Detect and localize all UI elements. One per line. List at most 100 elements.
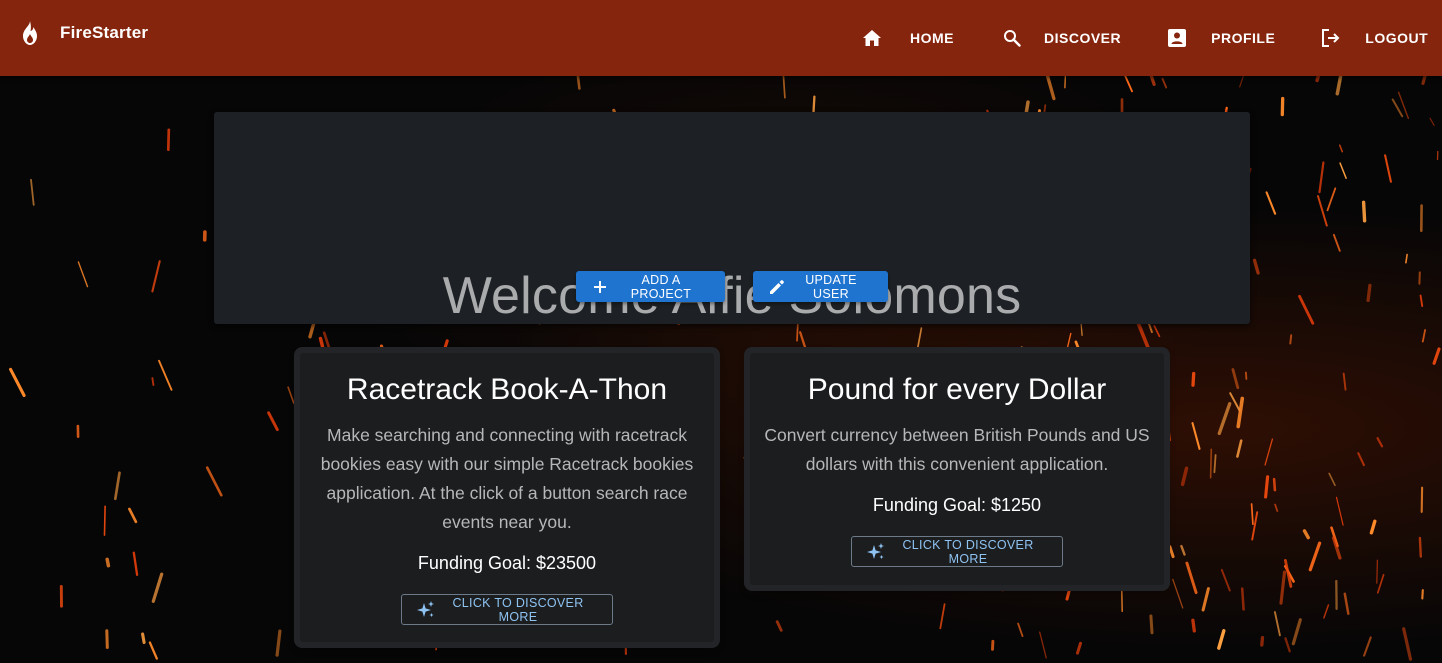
spark-streak [9, 367, 26, 398]
spark-streak [1402, 627, 1413, 661]
spark-streak [1191, 422, 1201, 450]
spark-streak [1376, 437, 1384, 448]
spark-streak [1284, 637, 1291, 653]
spark-streak [782, 76, 786, 99]
spark-streak [1366, 283, 1372, 303]
spark-streak [1357, 452, 1365, 467]
nav-logout-label: LOGOUT [1365, 30, 1429, 46]
spark-streak [1317, 195, 1328, 227]
spark-streak [1318, 161, 1325, 194]
spark-streak [128, 507, 138, 524]
spark-streak [1421, 329, 1426, 343]
spark-streak [105, 629, 109, 649]
spark-streak [1209, 448, 1213, 479]
spark-streak [1217, 629, 1226, 650]
spark-streak [1039, 631, 1047, 659]
add-project-label: ADD A PROJECT [630, 272, 692, 301]
spark-streak [1279, 570, 1287, 605]
spark-streak [1217, 402, 1232, 436]
spark-streak [77, 261, 89, 288]
home-icon [860, 26, 884, 50]
funding-goal: Funding Goal: $1250 [872, 495, 1042, 515]
spark-streak [1432, 347, 1441, 365]
nav-profile[interactable]: PROFILE [1151, 16, 1289, 60]
spark-streak [1421, 589, 1424, 600]
spark-streak [1064, 76, 1066, 89]
nav-bar: HOME DISCOVER PROFILE LOGOUT [846, 0, 1442, 76]
spark-streak [1273, 611, 1281, 637]
project-title: Racetrack Book-A-Thon [346, 373, 668, 406]
app-name: FireStarter [60, 23, 149, 42]
sparkle-icon [866, 542, 886, 562]
nav-profile-label: PROFILE [1211, 30, 1276, 46]
sparkle-icon [416, 600, 436, 620]
spark-streak [205, 466, 223, 497]
flame-icon [18, 20, 42, 46]
spark-streak [1231, 368, 1240, 390]
spark-streak [1236, 439, 1243, 458]
spark-streak [1124, 76, 1133, 93]
spark-streak [799, 331, 807, 351]
nav-logout[interactable]: LOGOUT [1305, 16, 1442, 60]
spark-streak [1245, 371, 1248, 380]
brand[interactable]: FireStarter [18, 20, 148, 46]
nav-discover[interactable]: DISCOVER [986, 16, 1135, 60]
spark-streak [1418, 536, 1423, 558]
spark-streak [1391, 98, 1404, 118]
spark-streak [1264, 475, 1270, 499]
spark-streak [1274, 503, 1279, 512]
update-user-button[interactable]: UPDATE USER [753, 271, 888, 302]
spark-streak [275, 629, 282, 657]
spark-streak [1405, 253, 1408, 264]
spark-streak [1265, 191, 1277, 215]
spark-streak [1421, 76, 1427, 86]
spark-streak [1332, 233, 1341, 252]
spark-streak [1264, 438, 1274, 466]
spark-streak [151, 572, 164, 603]
spark-streak [1180, 544, 1186, 556]
spark-streak [1172, 578, 1184, 609]
spark-streak [1289, 334, 1293, 345]
spark-streak [1185, 561, 1198, 595]
spark-streak [1315, 76, 1321, 83]
spark-streak [1240, 587, 1245, 611]
spark-streak [1326, 187, 1337, 212]
discover-more-label: CLICK TO DISCOVER MORE [452, 595, 584, 624]
nav-home[interactable]: HOME [846, 16, 968, 60]
spark-streak [103, 505, 106, 536]
spark-streak [1291, 618, 1302, 646]
spark-streak [1153, 325, 1161, 338]
add-project-button[interactable]: ADD A PROJECT [576, 271, 725, 302]
funding-goal: Funding Goal: $23500 [417, 553, 597, 573]
spark-streak [1308, 541, 1322, 572]
spark-streak [1017, 622, 1024, 637]
spark-streak [1335, 496, 1344, 526]
spark-streak [1045, 76, 1056, 101]
spark-streak [1328, 472, 1336, 487]
discover-more-button[interactable]: CLICK TO DISCOVER MORE [851, 536, 1063, 567]
spark-streak [812, 95, 816, 114]
spark-streak [1339, 162, 1347, 179]
discover-more-button[interactable]: CLICK TO DISCOVER MORE [401, 594, 613, 625]
spark-streak [917, 327, 923, 348]
spark-streak [1384, 154, 1392, 183]
spark-streak [1419, 294, 1424, 307]
spark-streak [939, 603, 946, 630]
spark-streak [1236, 396, 1245, 429]
spark-streak [132, 551, 139, 576]
spark-streak [1229, 392, 1241, 412]
spark-streak [1298, 294, 1315, 325]
spark-streak [1376, 559, 1379, 584]
discover-more-label: CLICK TO DISCOVER MORE [902, 537, 1034, 566]
spark-streak [743, 450, 748, 459]
spark-streak [158, 359, 173, 391]
spark-streak [576, 76, 581, 90]
plus-icon [592, 279, 608, 295]
spark-streak [30, 178, 35, 206]
nav-discover-label: DISCOVER [1044, 30, 1122, 46]
spark-streak [1165, 425, 1171, 442]
spark-streak [1149, 614, 1154, 635]
spark-streak [151, 260, 161, 293]
welcome-title: Welcome Alfie Solomons [442, 267, 1022, 325]
project-description: Convert currency between British Pounds … [764, 425, 1150, 474]
